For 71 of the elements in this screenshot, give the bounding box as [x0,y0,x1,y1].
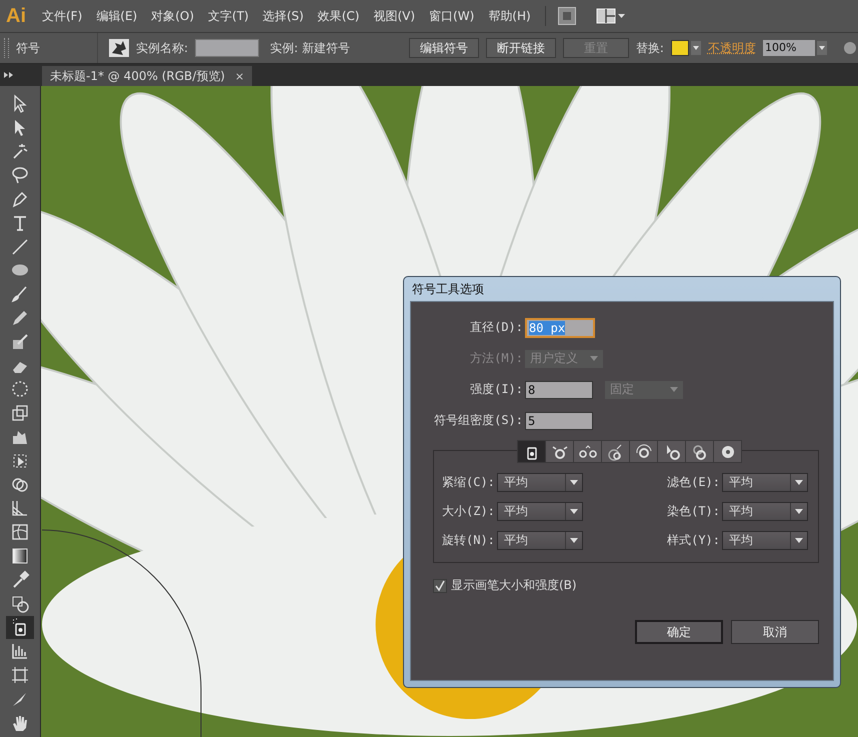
mode-button[interactable] [517,440,546,463]
bridge-icon[interactable] [558,7,576,25]
mode-button[interactable] [685,440,714,463]
option-dropdown[interactable]: 平均 [722,502,808,521]
mode-button[interactable] [573,440,602,463]
checkbox-label[interactable]: 显示画笔大小和强度(B) [451,577,577,594]
option-dropdown[interactable]: 平均 [496,502,583,521]
menu-item[interactable]: 帮助(H) [488,8,531,24]
toolbar-button[interactable]: 断开链接 [486,38,556,58]
document-tab[interactable]: 未标题-1* @ 400% (RGB/预览) × [42,66,252,86]
artboard-icon [10,665,30,686]
opacity-link[interactable]: 不透明度 [708,40,756,56]
dialog-button[interactable]: 取消 [731,620,819,644]
menu-item[interactable]: 选择(S) [262,8,304,24]
intensity-field[interactable]: 8 [525,380,593,398]
menu-item[interactable]: 对象(O) [151,8,194,24]
mode-button[interactable] [629,440,658,463]
app-logo: Ai [6,4,26,28]
menu-item[interactable]: 文件(F) [42,8,82,24]
field-label: 强度(I): [469,381,523,398]
scale-icon [10,403,30,424]
grip-handle[interactable] [4,38,9,58]
density-field[interactable]: 5 [525,412,593,430]
option-label: 染色(T): [667,503,720,520]
panel-label: 符号 [16,40,40,56]
replace-label: 替换: [636,40,664,56]
symbol-swatch-dropdown[interactable] [670,40,701,56]
option-label: 样式(Y): [667,532,720,549]
menu-item[interactable]: 编辑(E) [96,8,138,24]
collapse-icon[interactable] [4,72,14,78]
option-label: 旋转(N): [442,532,495,549]
lasso-icon [10,165,30,186]
diameter-field[interactable]: 80 px [525,318,595,338]
option-label: 紧缩(C): [442,474,495,491]
pen-icon [10,189,30,210]
mode-button[interactable] [657,440,686,463]
layout-icon[interactable] [596,8,626,24]
instance-label: 实例: 新建符号 [270,40,350,56]
bar-graph-icon [10,641,30,662]
mode-button[interactable] [713,440,742,463]
instance-name-label: 实例名称: [136,40,188,56]
dialog-button[interactable]: 确定 [635,620,723,644]
rotate-icon [10,379,30,400]
option-label: 大小(Z): [442,503,495,520]
line-icon [10,236,30,257]
option-label: 滤色(E): [667,474,720,491]
tool-button[interactable] [6,616,34,640]
mode-button[interactable] [545,440,574,463]
checkbox[interactable] [433,578,447,592]
field-label: 直径(D): [469,319,523,336]
field-label: 符号组密度(S): [433,412,523,429]
mesh-icon [10,522,30,542]
option-dropdown[interactable]: 平均 [722,473,808,492]
menu-item[interactable]: 文字(T) [208,8,249,24]
symbol-icon [109,39,129,57]
option-dropdown[interactable]: 平均 [496,531,583,550]
option-dropdown[interactable]: 平均 [496,473,583,492]
blob-brush-icon [10,332,30,352]
menu-item[interactable]: 窗口(W) [429,8,474,24]
toolbar-button[interactable]: 编辑符号 [408,38,479,58]
option-dropdown[interactable]: 平均 [722,531,808,550]
menu-item[interactable]: 视图(V) [373,8,416,24]
dialog-title: 符号工具选项 [411,281,485,298]
globe-icon[interactable] [844,42,856,54]
perspective-grid-icon [10,498,30,518]
instance-name-field[interactable] [195,39,260,57]
field-label: 方法(M): [469,350,523,367]
mode-button[interactable] [601,440,630,463]
menu-item[interactable]: 效果(C) [318,8,360,24]
gradient-icon [10,546,30,566]
blend-icon [10,594,30,614]
